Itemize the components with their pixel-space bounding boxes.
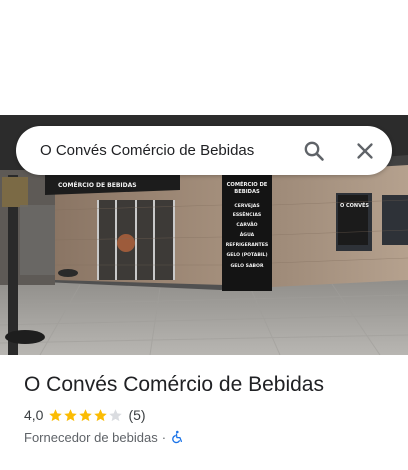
sign-line: GELO SABOR (231, 263, 264, 269)
wheelchair-accessible-icon (172, 430, 183, 444)
star-filled-icon (94, 408, 108, 421)
star-filled-icon (64, 408, 78, 421)
place-title[interactable]: O Convés Comércio de Bebidas (24, 373, 324, 397)
close-icon[interactable] (353, 139, 377, 163)
star-filled-icon (79, 408, 93, 421)
rating-stars (48, 408, 123, 423)
search-icon[interactable] (302, 139, 326, 163)
sign-line: GELO (POTABIL) (226, 252, 267, 258)
search-input[interactable]: O Convés Comércio de Bebidas (40, 142, 254, 159)
review-count[interactable]: (5) (128, 407, 145, 423)
store-banner-text: COMÉRCIO DE BEBIDAS (58, 181, 137, 189)
star-empty-icon (109, 408, 123, 421)
separator-dot: · (161, 429, 167, 445)
place-category: Fornecedor de bebidas (24, 429, 158, 445)
sign-line: COMÉRCIO DE (227, 180, 268, 188)
star-filled-icon (49, 408, 63, 421)
rating-value: 4,0 (24, 407, 44, 423)
sign-line: CERVEJAS (234, 203, 259, 209)
sign-line: ÁGUA (240, 231, 255, 238)
category-row: Fornecedor de bebidas · (24, 428, 184, 446)
sign-line: CARVÃO (236, 221, 257, 228)
search-bar[interactable]: O Convés Comércio de Bebidas (16, 126, 392, 175)
sign-line: BEBIDAS (234, 189, 260, 195)
sign-line: REFRIGERANTES (226, 242, 269, 248)
side-sign-text: O CONVÉS (340, 201, 369, 209)
rating-row[interactable]: 4,0 (5) (24, 406, 146, 424)
